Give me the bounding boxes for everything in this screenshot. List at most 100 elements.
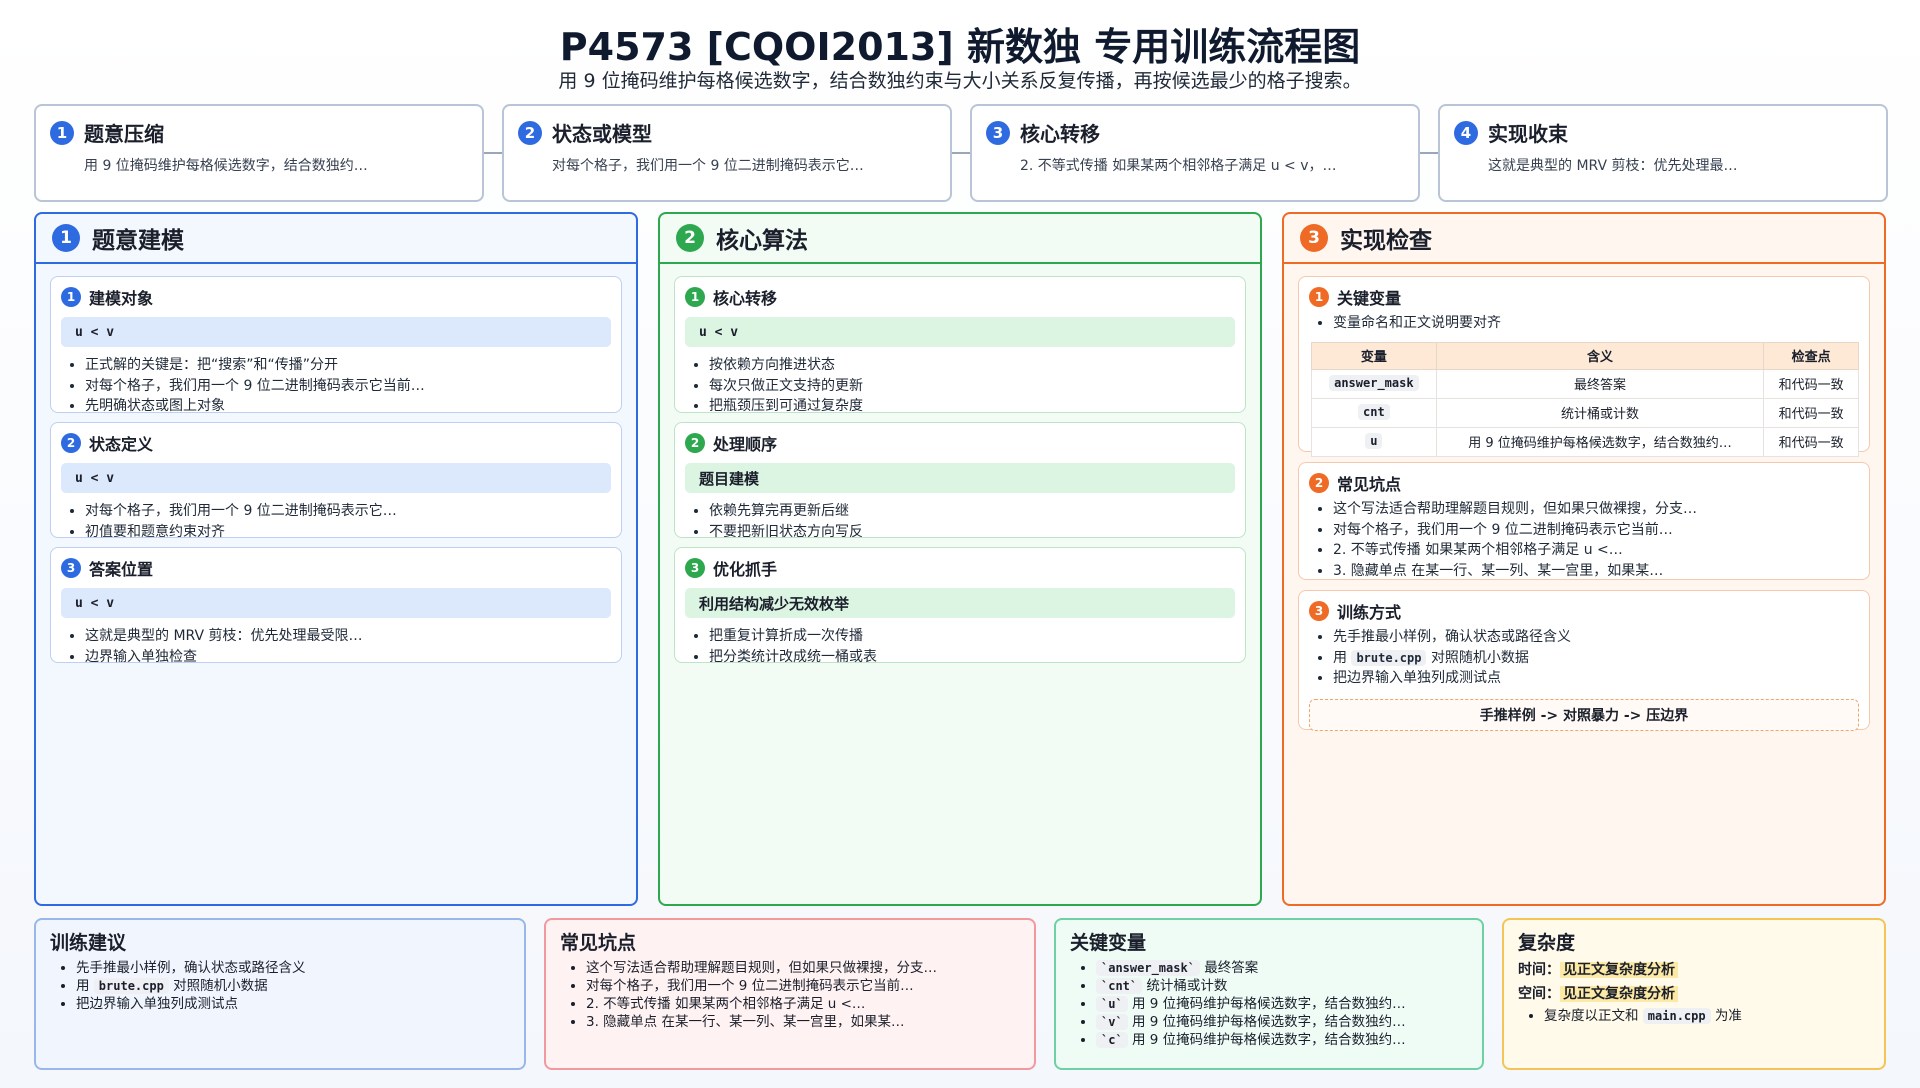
card-core-transition: 1 核心转移 u < v 按依赖方向推进状态 每次只做正文支持的更新 把瓶颈压到… [674, 276, 1246, 414]
step-title: 状态或模型 [552, 122, 652, 146]
inline-code: `c` [1096, 1032, 1128, 1048]
complexity-card: 复杂度 时间：见正文复杂度分析 空间：见正文复杂度分析 复杂度以正文和 main… [1502, 918, 1886, 1070]
table-row: u 用 9 位掩码维护每格候选数字，结合数独约… 和代码一致 [1311, 426, 1859, 457]
list-item: 按依赖方向推进状态 [709, 355, 1235, 376]
card-title: 关键变量 [1070, 932, 1147, 954]
list-item: 先手推最小样例，确认状态或路径含义 [1333, 627, 1859, 648]
card-number-badge: 1 [685, 287, 705, 307]
variable-name: cnt [1358, 404, 1390, 420]
highlight-box: 题目建模 [685, 463, 1235, 493]
card-title: 处理顺序 [713, 435, 778, 454]
card-state-definition: 2 状态定义 u < v 对每个格子，我们用一个 9 位二进制掩码表示它… 初值… [50, 422, 622, 540]
list-item: 把边界输入单独列成测试点 [76, 995, 510, 1013]
panel-number-badge: 3 [1300, 224, 1328, 252]
list-item: 先手推最小样例，确认状态或路径含义 [76, 959, 510, 977]
step-number-badge: 3 [986, 120, 1010, 145]
list-item: `u` 用 9 位掩码维护每格候选数字，结合数独约… [1096, 995, 1468, 1013]
variables-table: 变量 含义 检查点 answer_mask 最终答案 和代码一致 cnt 统计桶… [1311, 341, 1859, 457]
card-title: 答案位置 [89, 560, 154, 579]
card-number-badge: 1 [61, 287, 81, 307]
list-item: 初值要和题意约束对齐 [85, 522, 611, 543]
table-row: answer_mask 最终答案 和代码一致 [1311, 368, 1859, 399]
step-number-badge: 2 [518, 120, 542, 145]
panel-header: 2 核心算法 [660, 214, 1260, 264]
panel-title: 题意建模 [92, 228, 184, 254]
list-item: 每次只做正文支持的更新 [709, 376, 1235, 397]
list-item: 正式解的关键是：把“搜索”和“传播”分开 [85, 355, 611, 376]
panel-header: 3 实现检查 [1284, 214, 1884, 264]
card-number-badge: 2 [1309, 473, 1329, 493]
variable-name: u [1365, 433, 1383, 449]
list-item: 对每个格子，我们用一个 9 位二进制掩码表示它当前… [1333, 520, 1859, 541]
step-connector [484, 152, 504, 154]
table-cell: 和代码一致 [1763, 397, 1859, 428]
panel-modeling: 1 题意建模 1 建模对象 u < v 正式解的关键是：把“搜索”和“传播”分开… [34, 212, 638, 906]
card-title: 训练建议 [50, 932, 127, 954]
card-modeling-object: 1 建模对象 u < v 正式解的关键是：把“搜索”和“传播”分开 对每个格子，… [50, 276, 622, 414]
time-complexity: 时间： 见正文复杂度分析 [1518, 959, 1870, 979]
card-processing-order: 2 处理顺序 题目建模 依赖先算完再更新后继 不要把新旧状态方向写反 [674, 422, 1246, 540]
inline-code: `u` [1096, 996, 1128, 1012]
card-title: 常见坑点 [560, 932, 637, 954]
step-desc: 这就是典型的 MRV 剪枝：优先处理最… [1488, 158, 1738, 174]
space-complexity: 空间： 见正文复杂度分析 [1518, 983, 1870, 1003]
list-item: 这个写法适合帮助理解题目规则，但如果只做裸搜，分支… [586, 959, 1020, 977]
step-card-2: 2 状态或模型 对每个格子，我们用一个 9 位二进制掩码表示它… [502, 104, 952, 202]
inline-code: brute.cpp [1351, 649, 1427, 666]
card-title: 优化抓手 [713, 560, 778, 579]
table-header: 含义 [1435, 341, 1765, 370]
panel-implementation-check: 3 实现检查 1 关键变量 变量命名和正文说明要对齐 变量 含义 检查点 ans… [1282, 212, 1886, 906]
card-number-badge: 3 [685, 558, 705, 578]
card-title: 复杂度 [1518, 932, 1576, 954]
table-cell: 和代码一致 [1763, 368, 1859, 399]
list-item: `answer_mask` 最终答案 [1096, 959, 1468, 977]
panel-number-badge: 2 [676, 224, 704, 252]
list-item: 边界输入单独检查 [85, 647, 611, 668]
list-item: 不要把新旧状态方向写反 [709, 522, 1235, 543]
list-item: 把瓶颈压到可通过复杂度 [709, 396, 1235, 417]
panel-number-badge: 1 [52, 224, 80, 252]
card-common-pitfalls: 2 常见坑点 这个写法适合帮助理解题目规则，但如果只做裸搜，分支… 对每个格子，… [1298, 462, 1870, 580]
list-item: 先明确状态或图上对象 [85, 396, 611, 417]
step-title: 实现收束 [1488, 122, 1568, 146]
list-item: 变量命名和正文说明要对齐 [1333, 313, 1859, 334]
table-row: cnt 统计桶或计数 和代码一致 [1311, 397, 1859, 428]
training-flow-box: 手推样例 -> 对照暴力 -> 压边界 [1309, 698, 1859, 731]
inline-code: main.cpp [1642, 1008, 1711, 1024]
card-training-method: 3 训练方式 先手推最小样例，确认状态或路径含义 用 brute.cpp 对照随… [1298, 590, 1870, 731]
card-key-variables: 1 关键变量 变量命名和正文说明要对齐 变量 含义 检查点 answer_mas… [1298, 276, 1870, 457]
table-header: 变量 [1311, 341, 1437, 370]
list-item: `cnt` 统计桶或计数 [1096, 977, 1468, 995]
step-title: 题意压缩 [84, 122, 164, 146]
step-connector [1420, 152, 1440, 154]
step-card-1: 1 题意压缩 用 9 位掩码维护每格候选数字，结合数独约… [34, 104, 484, 202]
table-cell: 用 9 位掩码维护每格候选数字，结合数独约… [1435, 426, 1765, 457]
list-item: 对每个格子，我们用一个 9 位二进制掩码表示它当前… [85, 376, 611, 397]
panel-title: 实现检查 [1340, 228, 1432, 254]
list-item: 3. 隐藏单点 在某一行、某一列、某一宫里，如果某… [1333, 561, 1859, 582]
training-advice-card: 训练建议 先手推最小样例，确认状态或路径含义 用 brute.cpp 对照随机小… [34, 918, 526, 1070]
highlight-box: 利用结构减少无效枚举 [685, 588, 1235, 618]
list-item: 这个写法适合帮助理解题目规则，但如果只做裸搜，分支… [1333, 499, 1859, 520]
step-desc: 对每个格子，我们用一个 9 位二进制掩码表示它… [552, 158, 864, 174]
list-item: 复杂度以正文和 main.cpp 为准 [1544, 1007, 1870, 1025]
card-title: 关键变量 [1337, 289, 1402, 308]
card-title: 状态定义 [89, 435, 154, 454]
list-item: 依赖先算完再更新后继 [709, 501, 1235, 522]
code-snippet: u < v [685, 317, 1235, 347]
card-title: 建模对象 [89, 289, 154, 308]
step-desc: 用 9 位掩码维护每格候选数字，结合数独约… [84, 158, 368, 174]
table-header: 检查点 [1763, 341, 1859, 370]
table-cell: 统计桶或计数 [1435, 397, 1765, 428]
panel-header: 1 题意建模 [36, 214, 636, 264]
card-title: 常见坑点 [1337, 475, 1402, 494]
list-item: 2. 不等式传播 如果某两个相邻格子满足 u <… [586, 995, 1020, 1013]
step-card-4: 4 实现收束 这就是典型的 MRV 剪枝：优先处理最… [1438, 104, 1888, 202]
code-snippet: u < v [61, 317, 611, 347]
step-card-3: 3 核心转移 2. 不等式传播 如果某两个相邻格子满足 u < v，… [970, 104, 1420, 202]
list-item: 把重复计算折成一次传播 [709, 626, 1235, 647]
card-number-badge: 1 [1309, 287, 1329, 307]
variable-name: answer_mask [1329, 375, 1419, 391]
step-number-badge: 1 [50, 120, 74, 145]
page-subtitle: 用 9 位掩码维护每格候选数字，结合数独约束与大小关系反复传播，再按候选最少的格… [558, 70, 1362, 92]
